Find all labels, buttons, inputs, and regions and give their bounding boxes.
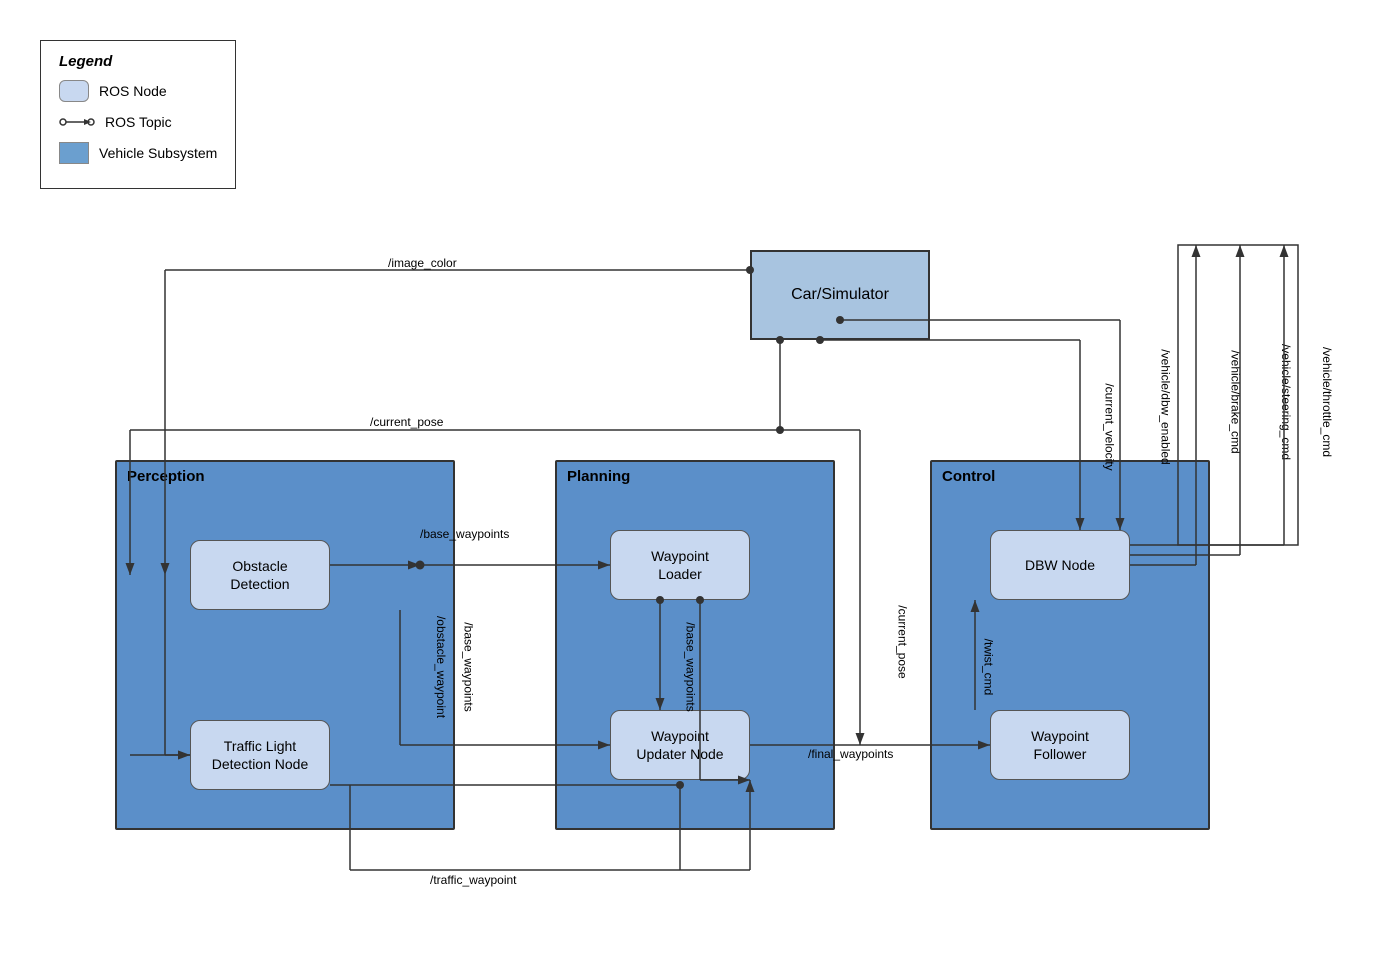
waypoint-follower-label: WaypointFollower [1031,727,1089,763]
waypoint-updater-label: WaypointUpdater Node [636,727,723,763]
dbw-node: DBW Node [990,530,1130,600]
car-simulator-label: Car/Simulator [791,286,889,304]
topic-final-waypoints: /final_waypoints [808,747,893,761]
topic-image-color: /image_color [388,256,457,270]
legend-ros-topic-label: ROS Topic [105,114,172,130]
legend-ros-node-icon [59,80,89,102]
topic-traffic-waypoint: /traffic_waypoint [430,873,517,887]
legend-vehicle-icon [59,142,89,164]
traffic-light-node: Traffic LightDetection Node [190,720,330,790]
legend-ros-topic-icon [59,115,95,129]
legend-title: Legend [59,53,217,70]
legend-item-ros-node: ROS Node [59,80,217,102]
topic-vehicle-throttle: /vehicle/throttle_cmd [1320,347,1334,457]
topic-base-waypoints-h: /base_waypoints [420,527,509,541]
topic-current-pose-v: /current_pose [896,605,910,678]
topic-current-pose-h: /current_pose [370,415,443,429]
topic-current-velocity: /current_velocity [1103,383,1117,470]
topic-dbw-enabled: /vehicle/dbw_enabled [1159,349,1173,464]
dbw-node-label: DBW Node [1025,556,1095,574]
topic-base-waypoints-v2: /base_waypoints [684,622,698,711]
legend-item-vehicle: Vehicle Subsystem [59,142,217,164]
diagram-container: Legend ROS Node ROS Topic Vehicle Subsys… [0,0,1392,959]
legend-item-ros-topic: ROS Topic [59,114,217,130]
topic-twist-cmd: /twist_cmd [981,639,995,696]
obstacle-detection-label: ObstacleDetection [230,557,289,593]
topic-base-waypoints-v1: /base_waypoints [462,622,476,711]
legend-box: Legend ROS Node ROS Topic Vehicle Subsys… [40,40,236,189]
waypoint-follower-node: WaypointFollower [990,710,1130,780]
topic-vehicle-steering: /vehicle/steering_cmd [1279,344,1293,460]
obstacle-detection-node: ObstacleDetection [190,540,330,610]
control-label: Control [932,462,1208,485]
legend-vehicle-label: Vehicle Subsystem [99,145,217,161]
topic-vehicle-brake: /vehicle/brake_cmd [1229,350,1243,453]
planning-label: Planning [557,462,833,485]
waypoint-loader-label: WaypointLoader [651,547,709,583]
waypoint-updater-node: WaypointUpdater Node [610,710,750,780]
perception-label: Perception [117,462,453,485]
traffic-light-label: Traffic LightDetection Node [212,737,309,773]
waypoint-loader-node: WaypointLoader [610,530,750,600]
legend-ros-node-label: ROS Node [99,83,167,99]
topic-obstacle-waypoint: /obstacle_waypoint [434,616,448,718]
car-simulator-node: Car/Simulator [750,250,930,340]
